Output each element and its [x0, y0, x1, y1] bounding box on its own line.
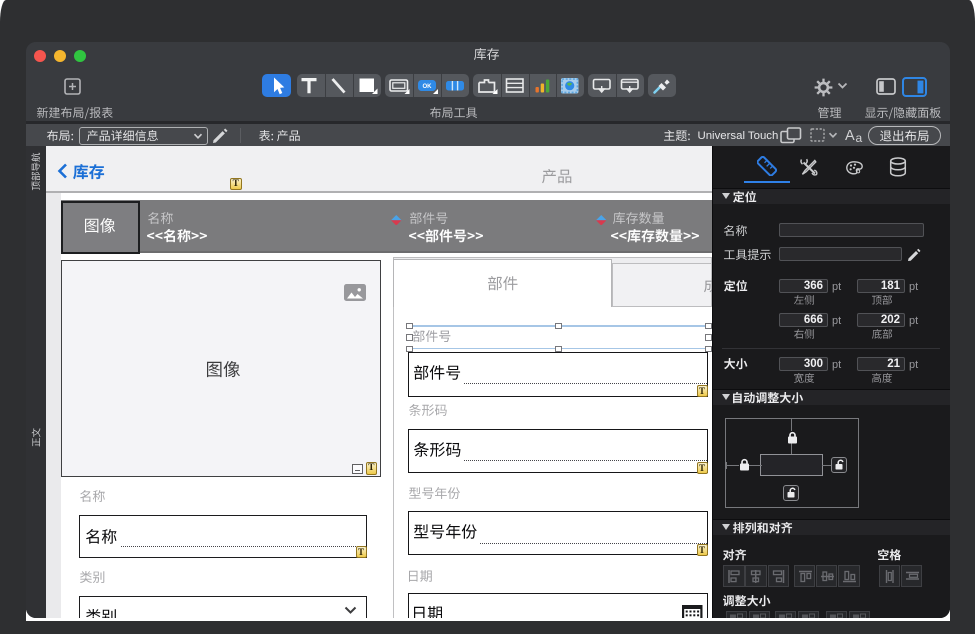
- svg-text:OK: OK: [423, 84, 433, 90]
